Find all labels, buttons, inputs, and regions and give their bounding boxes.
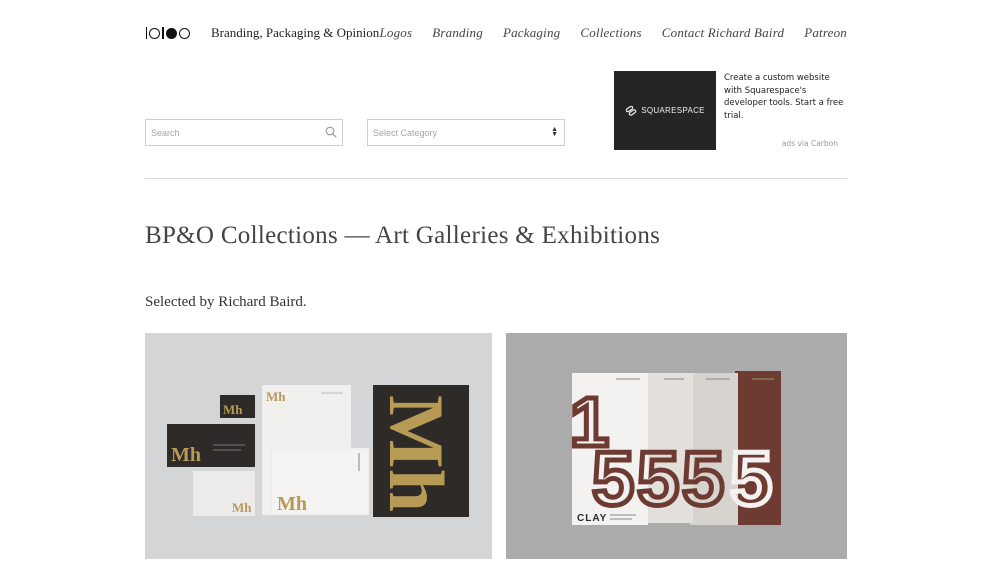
logo-filled-circle-icon xyxy=(166,27,178,39)
category-select-value: Select Category xyxy=(373,128,438,138)
numeral-5b: 5 xyxy=(637,437,679,522)
numeral-5a: 5 xyxy=(592,437,634,522)
numeral-5d: 5 xyxy=(730,437,772,522)
carbon-ad: SQUARESPACE Create a custom website with… xyxy=(614,71,847,151)
logo-circle-icon xyxy=(149,27,161,39)
folder-mark-text: Mh xyxy=(373,395,460,512)
search-input[interactable] xyxy=(146,120,316,145)
collection-card-mh[interactable]: Mh Mh Mh Mh Mh Mh xyxy=(145,333,492,559)
numeral-5c: 5 xyxy=(682,437,724,522)
ad-image[interactable]: SQUARESPACE xyxy=(614,71,716,150)
ad-via-link[interactable]: ads via Carbon xyxy=(782,139,838,148)
site-logo[interactable] xyxy=(145,27,191,39)
envelope-mark-text: Mh xyxy=(232,500,252,515)
site-tagline: Branding, Packaging & Opinion xyxy=(211,25,380,40)
mh-stationery-image: Mh Mh Mh Mh Mh Mh xyxy=(145,333,492,559)
slip-mark-text: Mh xyxy=(171,444,201,466)
ad-brand-label: SQUARESPACE xyxy=(641,106,705,115)
ad-text[interactable]: Create a custom website with Squarespace… xyxy=(724,72,846,122)
page-title: BP&O Collections — Art Galleries & Exhib… xyxy=(145,222,661,249)
logo-bar-icon xyxy=(162,27,165,39)
search-box xyxy=(145,119,343,146)
nav-logos[interactable]: Logos xyxy=(379,25,412,41)
ad-brand: SQUARESPACE xyxy=(625,105,705,116)
nav-contact[interactable]: Contact Richard Baird xyxy=(662,25,784,41)
letterhead-mark-text: Mh xyxy=(266,389,286,404)
logo-circle-icon xyxy=(179,27,191,39)
divider xyxy=(145,178,847,179)
clay-brochures-image: 1 5 5 5 5 CLAY xyxy=(506,333,847,559)
nav-patreon[interactable]: Patreon xyxy=(804,25,847,41)
page-subtitle: Selected by Richard Baird. xyxy=(145,294,307,310)
collection-card-clay[interactable]: 1 5 5 5 5 CLAY xyxy=(506,333,847,559)
search-icon[interactable] xyxy=(325,126,337,138)
envelope-large-mark-text: Mh xyxy=(277,493,307,515)
nav-packaging[interactable]: Packaging xyxy=(503,25,560,41)
card-mark-text: Mh xyxy=(223,402,243,417)
logo-bar-icon xyxy=(146,27,148,39)
clay-brand-text: CLAY xyxy=(577,513,607,524)
nav-collections[interactable]: Collections xyxy=(580,25,641,41)
site-header: Branding, Packaging & Opinion Logos Bran… xyxy=(145,20,847,46)
nav-branding[interactable]: Branding xyxy=(432,25,483,41)
squarespace-logo-icon xyxy=(625,105,637,116)
category-select[interactable]: Select Category ▲ ▼ xyxy=(367,119,565,146)
select-arrows-icon: ▲ ▼ xyxy=(551,126,558,138)
main-nav: Logos Branding Packaging Collections Con… xyxy=(359,25,847,41)
